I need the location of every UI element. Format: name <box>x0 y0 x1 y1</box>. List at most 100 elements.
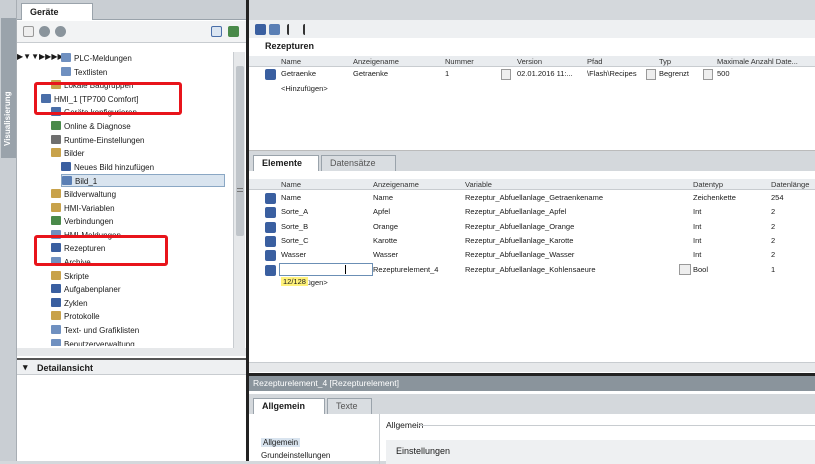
tree-item[interactable]: Verbindungen <box>51 215 221 228</box>
forward-icon[interactable] <box>55 26 66 37</box>
element-cell-display[interactable]: Rezepturelement_4 <box>373 264 461 276</box>
element-cell-display[interactable]: Orange <box>373 221 461 233</box>
element-row[interactable]: Sorte_C Karotte Rezeptur_Abfuellanlage_Kar… <box>249 234 815 248</box>
element-cell-type[interactable]: Bool <box>693 264 767 276</box>
element-cell-variable[interactable]: Rezeptur_Abfuellanlage_Getraenkename <box>465 192 689 204</box>
name-edit-box[interactable] <box>279 262 373 276</box>
tree-item[interactable]: Benutzerverwaltung <box>51 338 221 346</box>
type-dropdown[interactable] <box>703 69 713 80</box>
recipe-cell-max[interactable]: 500 <box>717 68 801 80</box>
element-cell-type[interactable]: Int <box>693 221 767 233</box>
add-recipe-icon[interactable] <box>255 24 266 35</box>
element-row[interactable]: Sorte_A Apfel Rezeptur_Abfuellanlage_Apfel… <box>249 205 815 219</box>
tree-item[interactable]: Text- und Grafiklisten <box>51 324 221 337</box>
element-cell-len[interactable]: 254 <box>771 192 811 204</box>
element-cell-type[interactable]: Int <box>693 235 767 247</box>
element-cell-name[interactable]: Sorte_B <box>281 221 369 233</box>
ellipsis-button[interactable] <box>679 263 691 275</box>
element-cell-len[interactable]: 2 <box>771 221 811 233</box>
tree-item[interactable]: Zyklen <box>51 297 221 310</box>
tree-item[interactable]: Skripte <box>51 270 221 283</box>
tree-item[interactable]: Textlisten <box>61 66 231 79</box>
tree-item[interactable]: Aufgabenplaner <box>51 283 221 296</box>
element-cell-name[interactable]: Name <box>281 192 369 204</box>
nav-allgemein[interactable]: Allgemein <box>261 438 301 447</box>
nav-grundeinstellungen[interactable]: Grundeinstellungen <box>261 451 330 460</box>
element-row[interactable]: Wasser Wasser Rezeptur_Abfuellanlage_Wasse… <box>249 248 815 262</box>
sync-icon[interactable] <box>228 26 239 37</box>
element-cell-display[interactable]: Apfel <box>373 206 461 218</box>
element-cell-name[interactable]: Wasser <box>281 249 369 261</box>
tab-allgemein[interactable]: Allgemein <box>253 398 325 414</box>
elements-col-header[interactable]: Variable <box>465 179 691 190</box>
elements-col-header[interactable]: Datentyp <box>693 179 769 190</box>
import-icon[interactable] <box>287 24 298 35</box>
elements-col-header[interactable]: Name <box>281 179 371 190</box>
tab-elemente[interactable]: Elemente <box>253 155 319 171</box>
element-cell-name[interactable]: Sorte_A <box>281 206 369 218</box>
tab-texte[interactable]: Texte <box>327 398 372 414</box>
recipes-col-header[interactable]: Typ <box>659 56 715 67</box>
recipe-cell-version[interactable]: 02.01.2016 11:... <box>517 68 573 80</box>
tree-item[interactable]: Online & Diagnose <box>51 120 221 133</box>
recipe-cell-name[interactable]: Getraenke <box>281 68 339 80</box>
recipe-cell-type[interactable]: Begrenzt <box>659 68 703 80</box>
element-cell-len[interactable]: 2 <box>771 206 811 218</box>
element-cell-len[interactable]: 2 <box>771 235 811 247</box>
tree-item[interactable]: Runtime-Einstellungen <box>51 134 221 147</box>
tree-item[interactable]: PLC-Meldungen <box>61 52 231 65</box>
tree-item[interactable]: Bildverwaltung <box>51 188 221 201</box>
recipes-col-header[interactable]: Version <box>517 56 585 67</box>
recipe-cell-display[interactable]: Getraenke <box>353 68 431 80</box>
recipes-col-header[interactable]: Pfad <box>587 56 657 67</box>
element-cell-type[interactable]: Zeichenkette <box>693 192 767 204</box>
tree-hscrollbar[interactable] <box>17 348 246 356</box>
tree-item[interactable]: Protokolle <box>51 310 221 323</box>
recipes-col-header[interactable]: Name <box>281 56 351 67</box>
element-cell-len[interactable]: 1 <box>771 264 811 276</box>
elements-col-header[interactable]: Datenlänge <box>771 179 813 190</box>
chevron-down-icon[interactable]: ▾ <box>23 362 28 373</box>
element-cell-name[interactable]: Sorte_C <box>281 235 369 247</box>
recipe-cell-number[interactable]: 1 <box>445 68 503 80</box>
element-cell-variable[interactable]: Rezeptur_Abfuellanlage_Karotte <box>465 235 689 247</box>
elements-hscrollbar[interactable] <box>249 362 815 372</box>
tree-item[interactable]: Bild_1 <box>61 174 225 188</box>
element-cell-variable[interactable]: Rezeptur_Abfuellanlage_Kohlensaeure <box>465 264 689 276</box>
tree-scrollbar[interactable] <box>233 52 245 348</box>
path-dropdown[interactable] <box>646 69 656 80</box>
tab-datensaetze[interactable]: Datensätze <box>321 155 396 171</box>
element-cell-variable[interactable]: Rezeptur_Abfuellanlage_Orange <box>465 221 689 233</box>
number-spinner[interactable] <box>501 69 511 80</box>
element-cell-display[interactable]: Karotte <box>373 235 461 247</box>
copy-recipe-icon[interactable] <box>269 24 280 35</box>
chevron-down-icon[interactable]: ▼ <box>31 52 39 61</box>
side-tab-visualisierung[interactable]: Visualisierung <box>1 18 16 158</box>
element-cell-type[interactable]: Int <box>693 206 767 218</box>
tree-item[interactable]: HMI-Variablen <box>51 202 221 215</box>
element-cell-display[interactable]: Wasser <box>373 249 461 261</box>
chevron-down-icon[interactable]: ▼ <box>23 52 31 61</box>
detail-view-header[interactable]: ▾ Detailansicht <box>17 358 246 375</box>
devices-tab[interactable]: Geräte <box>21 3 93 20</box>
back-icon[interactable] <box>39 26 50 37</box>
element-row[interactable]: Sorte_B Orange Rezeptur_Abfuellanlage_Oran… <box>249 220 815 234</box>
add-recipe-row[interactable]: <Hinzufügen> <box>281 83 328 95</box>
recipe-row[interactable]: Getraenke Getraenke 1 02.01.2016 11:... \Fla… <box>249 68 815 81</box>
tree-item[interactable]: Neues Bild hinzufügen <box>61 161 231 174</box>
recipes-col-header[interactable]: Maximale Anzahl Date... <box>717 56 813 67</box>
scroll-thumb[interactable] <box>236 66 244 236</box>
recipe-cell-path[interactable]: \Flash\Recipes <box>587 68 645 80</box>
recipes-col-header[interactable]: Anzeigename <box>353 56 443 67</box>
new-item-icon[interactable] <box>23 26 34 37</box>
element-cell-len[interactable]: 2 <box>771 249 811 261</box>
element-cell-display[interactable]: Name <box>373 192 461 204</box>
elements-col-header[interactable]: Anzeigename <box>373 179 463 190</box>
tree-item[interactable]: Bilder <box>51 147 221 160</box>
element-cell-type[interactable]: Int <box>693 249 767 261</box>
export-icon[interactable] <box>303 24 314 35</box>
element-row[interactable]: Name Name Rezeptur_Abfuellanlage_Getraenke… <box>249 191 815 205</box>
recipes-col-header[interactable]: Nummer <box>445 56 515 67</box>
element-cell-variable[interactable]: Rezeptur_Abfuellanlage_Apfel <box>465 206 689 218</box>
element-cell-variable[interactable]: Rezeptur_Abfuellanlage_Wasser <box>465 249 689 261</box>
